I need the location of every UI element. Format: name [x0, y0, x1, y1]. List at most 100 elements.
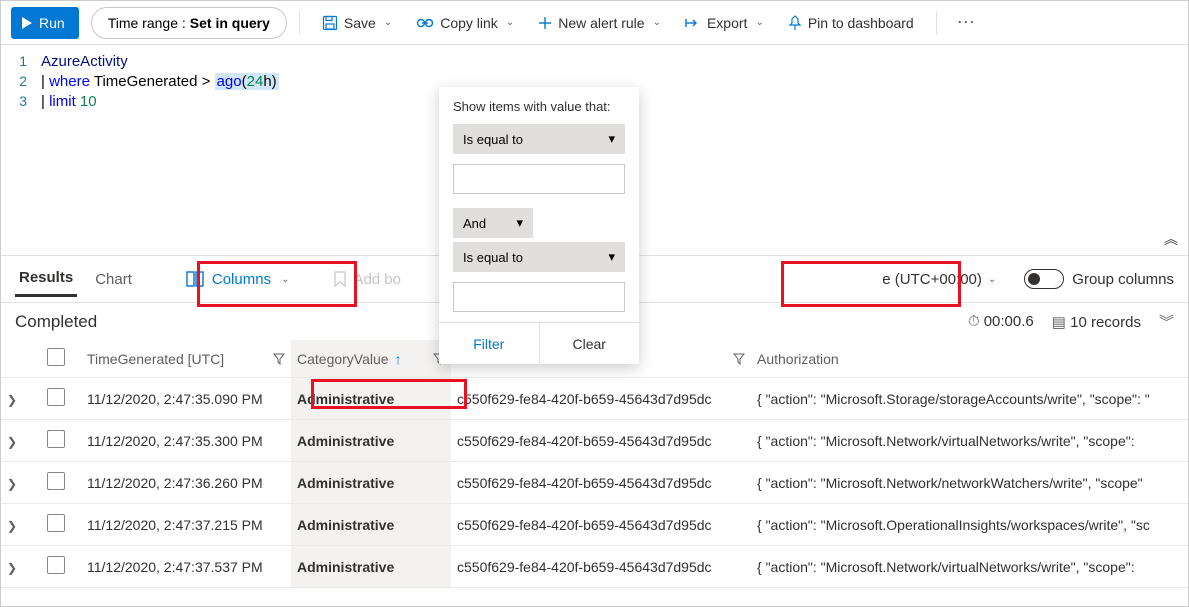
logic-select[interactable]: And▾ [453, 208, 533, 238]
cell-time: 11/12/2020, 2:47:35.090 PM [81, 378, 291, 420]
cell-time: 11/12/2020, 2:47:36.260 PM [81, 462, 291, 504]
tab-chart[interactable]: Chart [91, 263, 136, 296]
table-row: ❯ 11/12/2020, 2:47:37.537 PMAdministrativ… [1, 546, 1188, 588]
row-checkbox[interactable] [47, 430, 65, 448]
duration: ⏱ 00:00.6 [968, 313, 1034, 330]
save-button[interactable]: Save ⌄ [312, 7, 402, 39]
export-label: Export [707, 15, 747, 31]
columns-icon [186, 271, 204, 287]
toolbar: Run Time range : Set in query Save ⌄ Cop… [1, 1, 1188, 45]
add-bookmark-disabled: Add bo [333, 271, 401, 288]
timerange-label: Time range : [108, 15, 186, 31]
expand-row-button[interactable]: ❯ [7, 393, 17, 407]
line-number: 2 [1, 73, 41, 89]
cell-correlation: c550f629-fe84-420f-b659-45643d7d95dc [451, 420, 751, 462]
chevron-down-icon: ⌄ [988, 274, 996, 285]
chevron-down-icon: ▾ [608, 249, 615, 265]
copylink-label: Copy link [440, 15, 498, 31]
link-icon [416, 16, 434, 30]
collapse-icon[interactable]: ︽ [1164, 229, 1178, 249]
play-icon [21, 17, 33, 29]
chevron-down-icon: ⌄ [384, 17, 392, 28]
status-label: Completed [15, 312, 97, 332]
line-number: 3 [1, 93, 41, 109]
add-bookmark-label: Add bo [353, 271, 401, 288]
apply-filter-button[interactable]: Filter [439, 323, 539, 364]
group-columns[interactable]: Group columns [1024, 269, 1174, 289]
code-line: | where TimeGenerated > ago(24h) [41, 73, 279, 90]
cell-time: 11/12/2020, 2:47:37.215 PM [81, 504, 291, 546]
record-count: ▤ 10 records [1052, 313, 1141, 331]
chevron-down-icon: ⌄ [506, 17, 514, 28]
expand-row-button[interactable]: ❯ [7, 435, 17, 449]
records-icon: ▤ [1052, 314, 1066, 331]
tab-results[interactable]: Results [15, 261, 77, 297]
cell-auth: { "action": "Microsoft.Network/networkWa… [751, 462, 1188, 504]
cell-auth: { "action": "Microsoft.OperationalInsigh… [751, 504, 1188, 546]
popover-title: Show items with value that: [439, 99, 639, 120]
chevron-down-icon: ▾ [608, 131, 615, 147]
value-input-1[interactable] [453, 164, 625, 194]
pin-button[interactable]: Pin to dashboard [778, 7, 924, 39]
table-row: ❯ 11/12/2020, 2:47:37.215 PMAdministrativ… [1, 504, 1188, 546]
cell-category: Administrative [291, 420, 451, 462]
results-table: TimeGenerated [UTC] CategoryValue↑ Corre… [1, 340, 1188, 588]
filter-icon[interactable] [273, 353, 285, 365]
expand-row-button[interactable]: ❯ [7, 561, 17, 575]
expand-row-button[interactable]: ❯ [7, 477, 17, 491]
run-label: Run [39, 15, 65, 31]
code-line: AzureActivity [41, 53, 128, 70]
save-label: Save [344, 15, 376, 31]
clear-filter-button[interactable]: Clear [539, 323, 640, 364]
table-row: ❯ 11/12/2020, 2:47:35.300 PMAdministrativ… [1, 420, 1188, 462]
cell-correlation: c550f629-fe84-420f-b659-45643d7d95dc [451, 546, 751, 588]
code-line: | limit 10 [41, 93, 97, 110]
copylink-button[interactable]: Copy link ⌄ [406, 7, 524, 39]
newalert-button[interactable]: New alert rule ⌄ [528, 7, 671, 39]
operator-select-2[interactable]: Is equal to▾ [453, 242, 625, 272]
cell-correlation: c550f629-fe84-420f-b659-45643d7d95dc [451, 504, 751, 546]
row-checkbox[interactable] [47, 472, 65, 490]
row-checkbox[interactable] [47, 514, 65, 532]
run-button[interactable]: Run [11, 7, 79, 39]
cell-category: Administrative [291, 504, 451, 546]
cell-auth: { "action": "Microsoft.Network/virtualNe… [751, 546, 1188, 588]
chevron-down-icon: ▾ [516, 215, 523, 231]
pin-icon [788, 15, 802, 31]
timezone-selector[interactable]: e (UTC+00:00) ⌄ [882, 271, 996, 288]
toggle-off-icon[interactable] [1024, 269, 1064, 289]
col-time[interactable]: TimeGenerated [UTC] [81, 340, 291, 378]
line-number: 1 [1, 53, 41, 69]
col-auth[interactable]: Authorization [751, 340, 1188, 378]
more-button[interactable]: ⋯ [949, 12, 983, 33]
cell-time: 11/12/2020, 2:47:37.537 PM [81, 546, 291, 588]
table-row: ❯ 11/12/2020, 2:47:36.260 PMAdministrativ… [1, 462, 1188, 504]
select-all-checkbox[interactable] [47, 348, 65, 366]
timerange-pill[interactable]: Time range : Set in query [91, 7, 287, 39]
expand-icon[interactable]: ︾ [1159, 311, 1174, 332]
columns-button[interactable]: Columns ⌄ [176, 265, 300, 294]
cell-category: Administrative [291, 378, 451, 420]
chevron-down-icon: ⌄ [653, 17, 661, 28]
expand-row-button[interactable]: ❯ [7, 519, 17, 533]
cell-auth: { "action": "Microsoft.Storage/storageAc… [751, 378, 1188, 420]
row-checkbox[interactable] [47, 388, 65, 406]
export-icon [685, 16, 701, 30]
row-checkbox[interactable] [47, 556, 65, 574]
chevron-down-icon: ⌄ [755, 17, 763, 28]
save-icon [322, 15, 338, 31]
timezone-label: e (UTC+00:00) [882, 271, 982, 288]
cell-category: Administrative [291, 546, 451, 588]
cell-auth: { "action": "Microsoft.Network/virtualNe… [751, 420, 1188, 462]
export-button[interactable]: Export ⌄ [675, 7, 774, 39]
columns-label: Columns [212, 271, 271, 288]
chevron-down-icon: ⌄ [281, 274, 289, 285]
plus-icon [538, 16, 552, 30]
value-input-2[interactable] [453, 282, 625, 312]
filter-icon[interactable] [733, 353, 745, 365]
col-category[interactable]: CategoryValue↑ [291, 340, 451, 378]
cell-category: Administrative [291, 462, 451, 504]
cell-time: 11/12/2020, 2:47:35.300 PM [81, 420, 291, 462]
operator-select-1[interactable]: Is equal to▾ [453, 124, 625, 154]
cell-correlation: c550f629-fe84-420f-b659-45643d7d95dc [451, 462, 751, 504]
